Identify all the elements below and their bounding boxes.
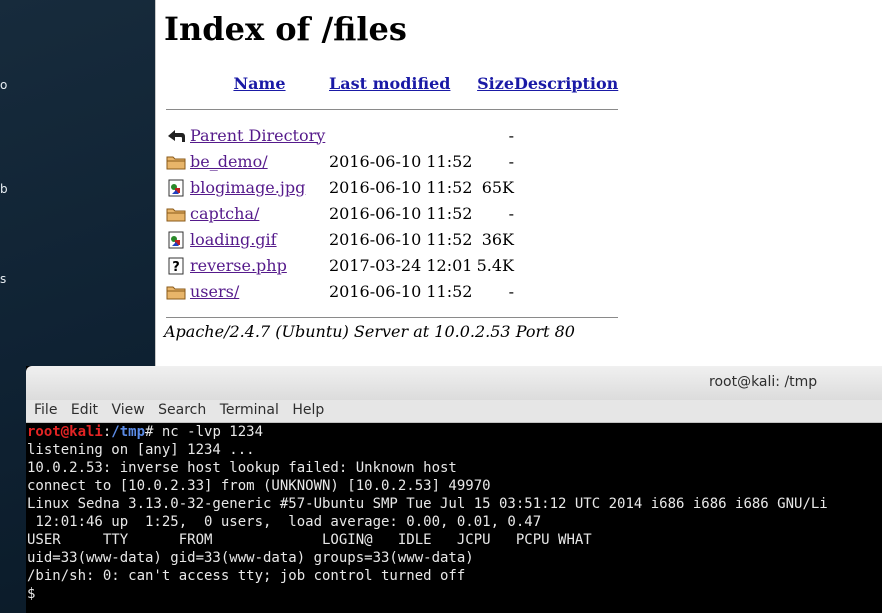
image-icon (166, 231, 186, 249)
table-row: ? reverse.php 2017-03-24 12:01 5.4K (166, 252, 618, 278)
folder-icon (166, 153, 186, 171)
menu-edit[interactable]: Edit (63, 400, 98, 418)
modified-cell: 2017-03-24 12:01 (329, 255, 473, 275)
unknown-file-icon: ? (166, 257, 186, 275)
table-row: be_demo/ 2016-06-10 11:52 - (166, 148, 618, 174)
menu-help[interactable]: Help (284, 400, 324, 418)
image-icon (166, 179, 186, 197)
file-link[interactable]: users/ (190, 282, 239, 301)
output-line: listening on [any] 1234 ... (27, 442, 255, 458)
last-modified-column-header: Last modified (329, 70, 473, 96)
file-link[interactable]: captcha/ (190, 204, 259, 223)
prompt-path: /tmp (111, 424, 146, 440)
modified-cell: 2016-06-10 11:52 (329, 151, 473, 171)
divider (166, 316, 619, 318)
file-link[interactable]: loading.gif (190, 230, 277, 249)
size-cell: - (508, 281, 514, 301)
menu-view[interactable]: View (103, 400, 144, 418)
table-row: captcha/ 2016-06-10 11:52 - (166, 200, 618, 226)
table-row: users/ 2016-06-10 11:52 - (166, 278, 618, 304)
browser-page: Index of /files Name Last modified Size … (155, 0, 882, 366)
back-icon (166, 127, 186, 145)
separator-row (166, 96, 619, 122)
size-cell: 36K (481, 229, 514, 249)
terminal-output[interactable]: root@kali:/tmp# nc -lvp 1234 listening o… (27, 423, 882, 613)
modified-cell: 2016-06-10 11:52 (329, 281, 473, 301)
menu-search[interactable]: Search (150, 400, 206, 418)
size-cell: 5.4K (476, 255, 514, 275)
terminal-window[interactable]: root@kali: /tmp File Edit View Search Te… (26, 366, 882, 613)
window-title: root@kali: /tmp (709, 374, 818, 390)
modified-cell: 2016-06-10 11:52 (329, 229, 473, 249)
size-cell: - (508, 125, 514, 145)
size-cell: - (508, 151, 514, 171)
menu-file[interactable]: File (26, 400, 57, 418)
menu-terminal[interactable]: Terminal (212, 400, 279, 418)
output-line: 10.0.2.53: inverse host lookup failed: U… (27, 460, 457, 476)
output-line: connect to [10.0.2.33] from (UNKNOWN) [1… (27, 478, 491, 494)
command-text: nc -lvp 1234 (161, 424, 264, 440)
folder-icon (166, 205, 186, 223)
description-column-header: Description (514, 70, 618, 96)
server-signature: Apache/2.4.7 (Ubuntu) Server at 10.0.2.5… (164, 322, 575, 341)
modified-cell: 2016-06-10 11:52 (329, 177, 473, 197)
output-line: /bin/sh: 0: can't access tty; job contro… (27, 568, 466, 584)
file-link[interactable]: reverse.php (190, 256, 287, 275)
svg-text:?: ? (172, 260, 180, 275)
sort-by-description-link[interactable]: Description (514, 74, 618, 93)
output-line: Linux Sedna 3.13.0-32-generic #57-Ubuntu… (27, 496, 828, 512)
size-cell: 65K (481, 177, 514, 197)
desktop-icon-label[interactable]: o (0, 78, 7, 92)
file-link[interactable]: blogimage.jpg (190, 178, 305, 197)
desktop-icon-label[interactable]: b (0, 182, 8, 196)
size-cell: - (508, 203, 514, 223)
modified-cell (329, 122, 473, 148)
output-line: USER TTY FROM LOGIN@ IDLE JCPU PCPU WHAT (27, 532, 592, 548)
page-title: Index of /files (164, 10, 407, 48)
terminal-titlebar[interactable]: root@kali: /tmp (26, 366, 882, 400)
icon-column-header (166, 70, 190, 96)
prompt-symbol: # (145, 424, 162, 440)
output-line: uid=33(www-data) gid=33(www-data) groups… (27, 550, 474, 566)
desktop-icon-label[interactable]: s (0, 272, 6, 286)
folder-icon (166, 283, 186, 301)
sort-by-last-modified-link[interactable]: Last modified (329, 74, 450, 93)
sort-by-name-link[interactable]: Name (233, 74, 285, 93)
terminal-menubar: File Edit View Search Terminal Help (26, 400, 882, 423)
modified-cell: 2016-06-10 11:52 (329, 203, 473, 223)
divider (166, 108, 619, 110)
prompt-user: root@kali (27, 424, 103, 440)
sort-by-size-link[interactable]: Size (477, 74, 514, 93)
size-column-header: Size (473, 70, 514, 96)
table-row: Parent Directory - (166, 122, 618, 148)
file-listing-table: Name Last modified Size Description Pare… (166, 70, 619, 330)
table-header-row: Name Last modified Size Description (166, 70, 618, 96)
table-row: loading.gif 2016-06-10 11:52 36K (166, 226, 618, 252)
file-link[interactable]: be_demo/ (190, 152, 268, 171)
file-link[interactable]: Parent Directory (190, 126, 325, 145)
shell-prompt[interactable]: $ (27, 586, 44, 602)
output-line: 12:01:46 up 1:25, 0 users, load average:… (27, 514, 542, 530)
name-column-header: Name (190, 70, 329, 96)
table-row: blogimage.jpg 2016-06-10 11:52 65K (166, 174, 618, 200)
